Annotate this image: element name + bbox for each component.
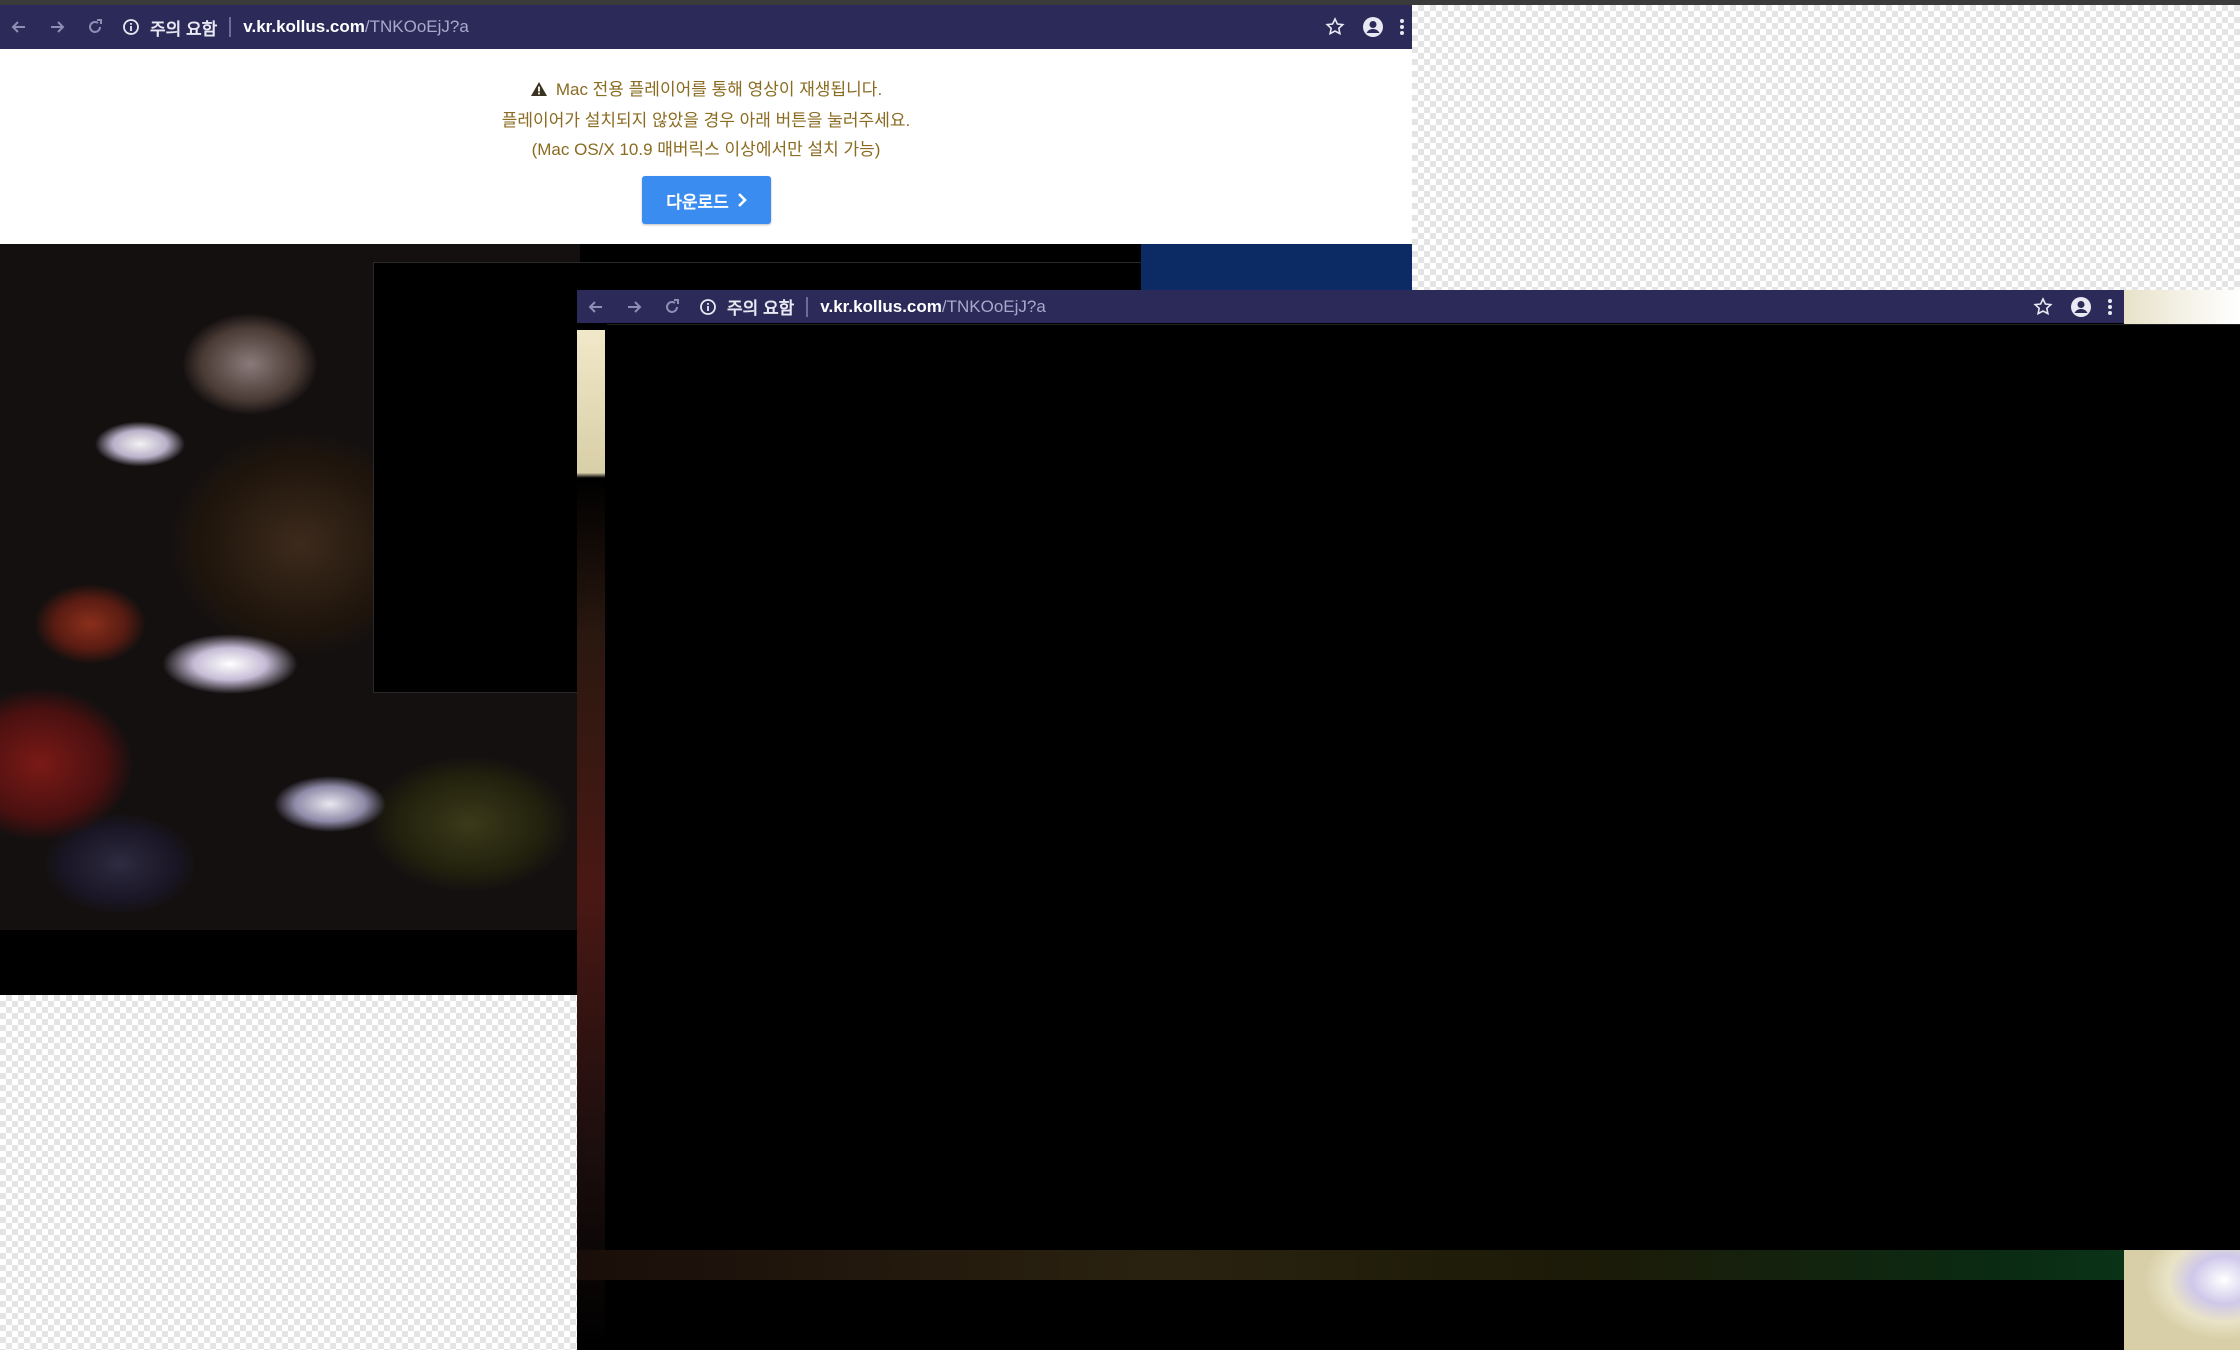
notice-line-1: Mac 전용 플레이어를 통해 영상이 재생됩니다. bbox=[0, 75, 1412, 106]
profile-button-front[interactable] bbox=[2062, 290, 2100, 323]
transparent-area-bottom-left bbox=[0, 995, 577, 1350]
url-path-front: /TNKOoEjJ?a bbox=[941, 296, 1046, 316]
profile-button[interactable] bbox=[1354, 5, 1392, 49]
back-button[interactable] bbox=[0, 5, 38, 49]
notice-line-2: 플레이어가 설치되지 않았을 경우 아래 버튼을 눌러주세요. bbox=[501, 111, 911, 130]
url-host: v.kr.kollus.com bbox=[243, 17, 365, 36]
transparent-area-top-right bbox=[1412, 5, 2240, 290]
download-button[interactable]: 다운로드 bbox=[642, 176, 771, 224]
forward-button-front[interactable] bbox=[615, 290, 653, 323]
address-separator-front bbox=[806, 296, 809, 317]
forward-arrow-icon bbox=[628, 300, 642, 313]
star-icon bbox=[2033, 296, 2053, 315]
warning-triangle-icon bbox=[530, 77, 548, 106]
video-player[interactable] bbox=[607, 324, 2240, 1252]
info-icon[interactable] bbox=[699, 298, 717, 316]
browser-window-front: 주의 요함 v.kr.kollus.com/TNKOoEjJ?a bbox=[577, 290, 2240, 1350]
address-bar[interactable]: 주의 요함 v.kr.kollus.com/TNKOoEjJ?a bbox=[122, 5, 1316, 49]
forward-button[interactable] bbox=[38, 5, 76, 49]
account-circle-icon bbox=[1363, 17, 1383, 37]
back-arrow-icon bbox=[588, 300, 602, 313]
left-edge-strip bbox=[577, 330, 605, 1350]
back-button-front[interactable] bbox=[577, 290, 615, 323]
video-bottom-band bbox=[577, 1250, 2240, 1280]
reload-button[interactable] bbox=[76, 5, 114, 49]
chevron-right-icon bbox=[737, 192, 747, 208]
address-bar-front[interactable]: 주의 요함 v.kr.kollus.com/TNKOoEjJ?a bbox=[699, 290, 2024, 323]
notice-line-3: (Mac OS/X 10.9 매버릭스 이상에서만 설치 가능) bbox=[531, 140, 881, 159]
browser-toolbar-front: 주의 요함 v.kr.kollus.com/TNKOoEjJ?a bbox=[577, 290, 2240, 323]
address-separator bbox=[229, 17, 232, 37]
info-icon[interactable] bbox=[122, 18, 140, 36]
bookmark-star-button[interactable] bbox=[1316, 5, 1354, 49]
account-circle-icon bbox=[2071, 296, 2091, 317]
right-edge-strip bbox=[2124, 290, 2240, 324]
notice-text: Mac 전용 플레이어를 통해 영상이 재생됩니다. 플레이어가 설치되지 않았… bbox=[0, 75, 1412, 164]
url-host-front: v.kr.kollus.com bbox=[820, 296, 942, 316]
more-vert-icon bbox=[2108, 298, 2112, 315]
forward-arrow-icon bbox=[51, 21, 65, 33]
reload-icon bbox=[89, 19, 102, 33]
star-icon bbox=[1325, 17, 1345, 36]
security-label: 주의 요함 bbox=[150, 19, 218, 39]
url-path: /TNKOoEjJ?a bbox=[364, 17, 469, 36]
back-arrow-icon bbox=[11, 21, 25, 33]
reload-button-front[interactable] bbox=[653, 290, 691, 323]
notice-page: Mac 전용 플레이어를 통해 영상이 재생됩니다. 플레이어가 설치되지 않았… bbox=[0, 49, 1412, 244]
download-button-label: 다운로드 bbox=[666, 192, 729, 212]
notice-line-1-text: Mac 전용 플레이어를 통해 영상이 재생됩니다. bbox=[555, 80, 883, 99]
browser-toolbar: 주의 요함 v.kr.kollus.com/TNKOoEjJ?a bbox=[0, 5, 1412, 49]
more-vert-icon bbox=[1400, 19, 1404, 35]
menu-button[interactable] bbox=[1392, 5, 1412, 49]
bookmark-star-button-front[interactable] bbox=[2024, 290, 2062, 323]
reload-icon bbox=[666, 298, 679, 313]
menu-button-front[interactable] bbox=[2100, 290, 2120, 323]
security-label-front: 주의 요함 bbox=[727, 299, 795, 318]
navy-strip bbox=[1141, 244, 1412, 292]
right-corner-image bbox=[2124, 1250, 2240, 1350]
